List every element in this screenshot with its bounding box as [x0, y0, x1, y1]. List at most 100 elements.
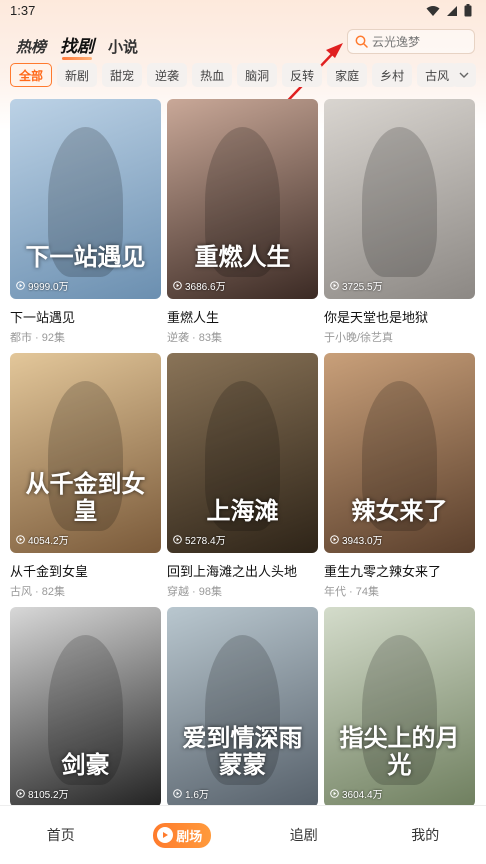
nav-theater-pill: 剧场 [153, 822, 212, 848]
poster-image[interactable]: 3725.5万 [324, 99, 475, 299]
poster-title: 指尖上的月光 [339, 725, 460, 779]
filter-chip[interactable]: 热血 [192, 63, 233, 87]
tab-find-drama[interactable]: 找剧 [60, 32, 94, 60]
drama-meta: 都市 · 92集 [10, 332, 66, 344]
nav-mine[interactable]: 我的 [365, 806, 486, 864]
poster-image[interactable]: 指尖上的月光 3604.4万 [324, 607, 475, 807]
poster-title: 上海滩 [206, 497, 279, 525]
poster-image[interactable]: 下一站遇见 9999.0万 [10, 99, 161, 299]
nav-home-label: 首页 [46, 827, 75, 843]
drama-meta: 于小晚/徐艺真 [324, 332, 394, 344]
filter-chip[interactable]: 乡村 [372, 63, 413, 87]
drama-meta: 穿越 · 98集 [167, 586, 223, 598]
nav-home[interactable]: 首页 [0, 806, 122, 864]
drama-title[interactable]: 重生九零之辣女来了 [324, 561, 475, 580]
chevron-down-icon [459, 72, 469, 78]
category-filters: 全部 新剧 甜宠 逆袭 热血 脑洞 反转 家庭 乡村 古风 [10, 63, 458, 87]
filter-chip[interactable]: 新剧 [57, 63, 98, 87]
tab-novel[interactable]: 小说 [108, 36, 138, 57]
poster-image[interactable]: 爱到情深雨蒙蒙 1.6万 [167, 607, 318, 807]
poster-image[interactable]: 重燃人生 3686.6万 [167, 99, 318, 299]
view-count: 5278.4万 [173, 532, 226, 547]
play-icon [157, 827, 174, 843]
filter-chip[interactable]: 反转 [282, 63, 323, 87]
view-count-text: 9999.0万 [28, 282, 69, 293]
drama-card[interactable]: 下一站遇见 9999.0万 下一站遇见 都市 · 92集 [10, 99, 161, 345]
view-count: 3725.5万 [330, 278, 383, 293]
play-count-icon [330, 281, 339, 290]
view-count: 1.6万 [173, 786, 209, 801]
nav-theater[interactable]: 剧场 [122, 806, 244, 864]
view-count: 4054.2万 [16, 532, 69, 547]
drama-card[interactable]: 指尖上的月光 3604.4万 [324, 607, 475, 818]
wifi-icon [426, 5, 440, 16]
drama-title[interactable]: 你是天堂也是地狱 [324, 307, 475, 326]
view-count: 9999.0万 [16, 278, 69, 293]
drama-title[interactable]: 从千金到女皇 [10, 561, 161, 580]
view-count-text: 3686.6万 [185, 282, 226, 293]
play-count-icon [16, 535, 25, 544]
poster-image[interactable]: 辣女来了 3943.0万 [324, 353, 475, 553]
poster-image[interactable]: 剑豪 8105.2万 [10, 607, 161, 807]
view-count: 3943.0万 [330, 532, 383, 547]
drama-card[interactable]: 从千金到女皇 4054.2万 从千金到女皇 古风 · 82集 [10, 353, 161, 599]
play-count-icon [16, 789, 25, 798]
poster-image[interactable]: 上海滩 5278.4万 [167, 353, 318, 553]
poster-title: 辣女来了 [351, 497, 448, 525]
poster-title: 剑豪 [61, 751, 110, 779]
nav-mine-label: 我的 [411, 827, 440, 843]
poster-image[interactable]: 从千金到女皇 4054.2万 [10, 353, 161, 553]
drama-title[interactable]: 回到上海滩之出人头地 [167, 561, 318, 580]
poster-figure [362, 127, 437, 277]
view-count: 3604.4万 [330, 786, 383, 801]
view-count-text: 3604.4万 [342, 790, 383, 801]
status-icons [426, 4, 472, 17]
view-count-text: 3725.5万 [342, 282, 383, 293]
filter-chip[interactable]: 逆袭 [147, 63, 188, 87]
poster-title: 下一站遇见 [25, 243, 146, 271]
view-count-text: 8105.2万 [28, 790, 69, 801]
drama-title[interactable]: 重燃人生 [167, 307, 318, 326]
poster-title: 重燃人生 [194, 243, 291, 271]
filter-chip[interactable]: 甜宠 [102, 63, 143, 87]
view-count-text: 3943.0万 [342, 536, 383, 547]
filter-chip-all[interactable]: 全部 [10, 63, 53, 87]
poster-title: 从千金到女皇 [25, 471, 146, 525]
drama-card[interactable]: 爱到情深雨蒙蒙 1.6万 [167, 607, 318, 818]
drama-card[interactable]: 上海滩 5278.4万回到上海滩之出人头地穿越 · 98集 [167, 353, 318, 599]
drama-card[interactable]: 辣女来了 3943.0万重生九零之辣女来了年代 · 74集 [324, 353, 475, 599]
filter-chip[interactable]: 脑洞 [237, 63, 278, 87]
view-count: 3686.6万 [173, 278, 226, 293]
tab-hot-rank[interactable]: 热榜 [16, 36, 46, 57]
drama-meta: 逆袭 · 83集 [167, 332, 223, 344]
view-count-text: 5278.4万 [185, 536, 226, 547]
search-box[interactable]: 云光逸梦 [347, 29, 475, 54]
status-time: 1:37 [10, 3, 36, 18]
bottom-navigation: 首页 剧场 追剧 我的 [0, 805, 486, 864]
play-count-icon [16, 281, 25, 290]
search-placeholder: 云光逸梦 [372, 35, 421, 49]
play-count-icon [330, 535, 339, 544]
signal-icon [447, 5, 457, 16]
drama-card[interactable]: 剑豪 8105.2万 [10, 607, 161, 818]
view-count-text: 4054.2万 [28, 536, 69, 547]
top-tabs: 热榜 找剧 小说 [16, 32, 138, 60]
drama-card[interactable]: 3725.5万你是天堂也是地狱于小晚/徐艺真 [324, 99, 475, 345]
search-icon [355, 35, 368, 48]
drama-title[interactable]: 下一站遇见 [10, 307, 161, 326]
play-count-icon [173, 535, 182, 544]
poster-title: 爱到情深雨蒙蒙 [182, 725, 303, 779]
expand-filters-button[interactable] [452, 63, 476, 87]
filter-chip[interactable]: 家庭 [327, 63, 368, 87]
play-count-icon [173, 281, 182, 290]
drama-grid: 下一站遇见 9999.0万 下一站遇见 都市 · 92集 重燃人生 3686.6万 重燃人生… [10, 99, 476, 818]
battery-icon [464, 4, 472, 17]
play-count-icon [330, 789, 339, 798]
drama-card[interactable]: 重燃人生 3686.6万 重燃人生 逆袭 · 83集 [167, 99, 318, 345]
nav-follow-label: 追剧 [289, 827, 318, 843]
drama-meta: 年代 · 74集 [324, 586, 380, 598]
nav-follow[interactable]: 追剧 [243, 806, 365, 864]
status-bar: 1:37 [0, 0, 486, 22]
drama-meta: 古风 · 82集 [10, 586, 66, 598]
view-count-text: 1.6万 [185, 790, 209, 801]
